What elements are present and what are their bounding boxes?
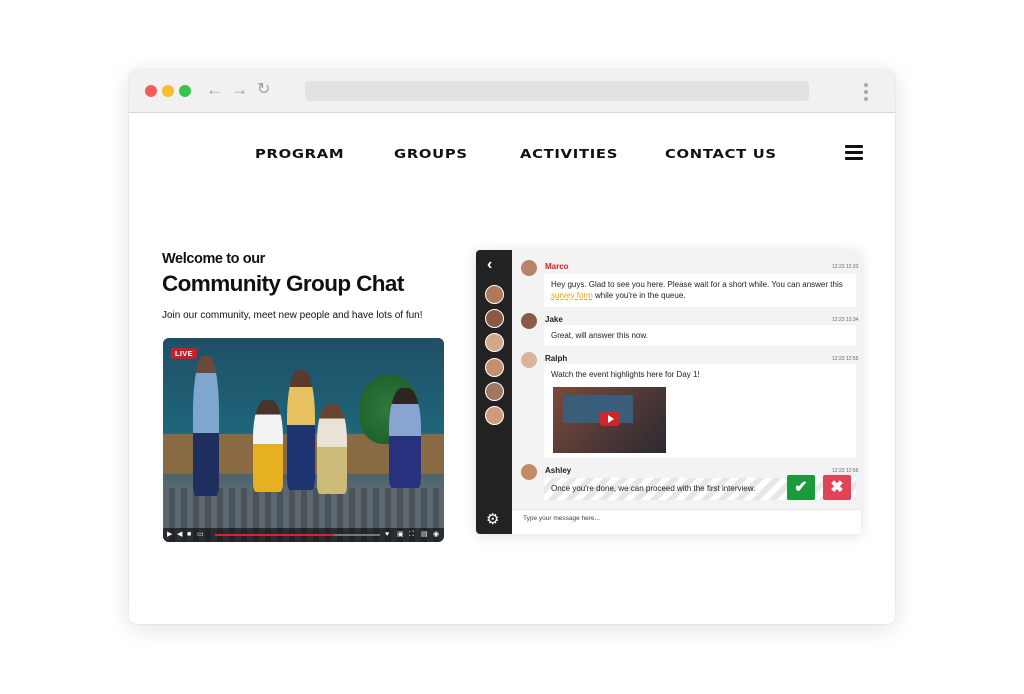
message-bubble: Hey guys. Glad to see you here. Please w… — [544, 274, 856, 307]
pip-icon[interactable]: ▤ — [421, 530, 428, 540]
message-time: 12:23 12:34 — [832, 317, 859, 323]
reload-icon[interactable]: ↻ — [257, 79, 270, 101]
nav-item-groups[interactable]: GROUPS — [394, 146, 468, 161]
gear-icon[interactable]: ⚙ — [486, 510, 499, 528]
message-author: Ashley — [545, 466, 572, 475]
avatar[interactable] — [485, 309, 504, 328]
heart-icon[interactable]: ♥ — [385, 530, 389, 540]
browser-toolbar: ← → ↻ — [129, 70, 895, 113]
message-text: while you're in the queue. — [592, 291, 686, 300]
survey-form-link[interactable]: survey form — [551, 291, 593, 300]
message-text: Watch the event highlights here for Day … — [551, 370, 700, 379]
minimize-window-dot[interactable] — [162, 85, 174, 97]
avatar — [521, 313, 537, 329]
message-input[interactable]: Type your message here... — [512, 509, 861, 534]
maximize-window-dot[interactable] — [179, 85, 191, 97]
welcome-line: Welcome to our — [162, 251, 265, 267]
subtitles-icon[interactable]: ▭ — [197, 530, 204, 540]
play-icon[interactable]: ▶ — [167, 530, 172, 540]
avatar[interactable] — [485, 285, 504, 304]
video-person — [253, 400, 283, 492]
message-author: Ralph — [545, 354, 568, 363]
play-icon[interactable] — [600, 412, 620, 426]
message-time: 12:23 12:55 — [832, 356, 859, 362]
stop-icon[interactable]: ■ — [187, 530, 191, 540]
volume-icon[interactable]: ◀ — [177, 530, 182, 540]
avatar[interactable] — [485, 358, 504, 377]
forward-arrow-icon[interactable]: → — [231, 79, 248, 101]
hamburger-menu-icon[interactable] — [845, 145, 863, 163]
message-bubble: Great, will answer this now. — [544, 325, 856, 346]
event-highlights-video-thumbnail[interactable] — [553, 387, 666, 453]
avatar[interactable] — [485, 333, 504, 352]
close-window-dot[interactable] — [145, 85, 157, 97]
video-controls-bar: ▶ ◀ ■ ▭ ♥ ▣ ⛶ ▤ ◉ — [163, 528, 444, 542]
video-progress-track[interactable] — [215, 534, 380, 536]
cast-icon[interactable]: ◉ — [433, 530, 439, 540]
thumbnail-monitor — [563, 395, 633, 423]
message-time: 12:23 12:33 — [832, 264, 859, 270]
avatar — [521, 260, 537, 276]
accept-button[interactable]: ✔ — [787, 475, 815, 500]
avatar[interactable] — [485, 382, 504, 401]
nav-item-contact-us[interactable]: CONTACT US — [665, 146, 777, 161]
nav-item-activities[interactable]: ACTIVITIES — [520, 146, 618, 161]
message-text: Hey guys. Glad to see you here. Please w… — [551, 280, 843, 289]
chat-panel: ‹ ⚙ Marco 12:23 12:33 Hey guys. Glad to … — [476, 250, 861, 534]
reject-button[interactable]: ✖ — [823, 475, 851, 500]
video-person — [193, 356, 219, 496]
video-progress-fill — [215, 534, 334, 536]
avatar[interactable] — [485, 406, 504, 425]
chat-sidebar: ‹ ⚙ — [476, 250, 512, 534]
message-author: Jake — [545, 315, 563, 324]
browser-window: ← → ↻ PROGRAM GROUPS ACTIVITIES CONTACT … — [129, 70, 895, 624]
page-subtitle: Join our community, meet new people and … — [162, 310, 423, 321]
back-arrow-icon[interactable]: ← — [206, 79, 223, 101]
message-author: Marco — [545, 262, 569, 271]
nav-item-program[interactable]: PROGRAM — [255, 146, 344, 161]
avatar — [521, 464, 537, 480]
video-person — [389, 388, 421, 488]
live-badge: LIVE — [171, 348, 197, 359]
check-icon: ✔ — [794, 479, 808, 496]
message-text: Once you're done, we can proceed with th… — [551, 484, 756, 493]
avatar — [521, 352, 537, 368]
close-icon: ✖ — [830, 479, 844, 496]
live-video-player[interactable]: LIVE ▶ ◀ ■ ▭ ♥ ▣ ⛶ ▤ ◉ — [163, 338, 444, 542]
page-title: Community Group Chat — [162, 271, 404, 296]
message-time: 12:23 12:56 — [832, 468, 859, 474]
chevron-left-icon[interactable]: ‹ — [487, 256, 492, 274]
address-bar[interactable] — [305, 81, 809, 101]
video-person — [287, 370, 315, 490]
video-person — [317, 404, 347, 494]
message-bubble: Watch the event highlights here for Day … — [544, 364, 856, 458]
more-options-icon[interactable] — [864, 83, 868, 104]
fullscreen-icon[interactable]: ⛶ — [409, 530, 414, 540]
settings-small-icon[interactable]: ▣ — [397, 530, 404, 540]
